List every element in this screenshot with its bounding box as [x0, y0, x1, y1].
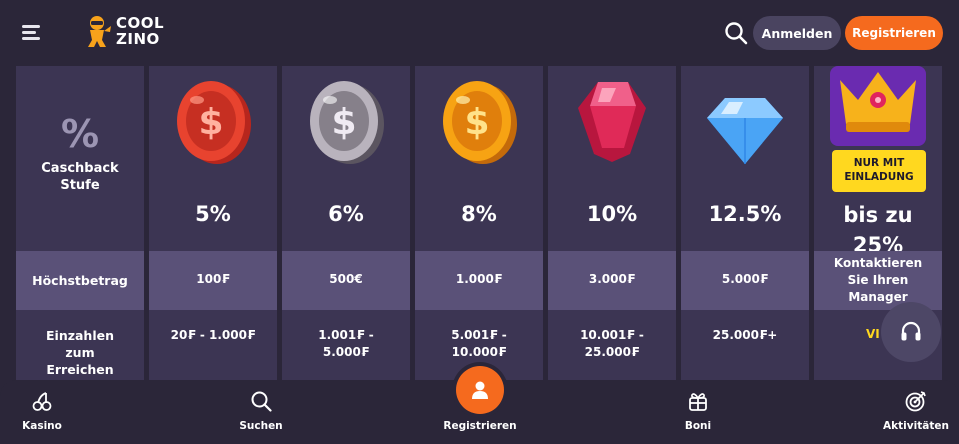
svg-text:$: $	[464, 102, 489, 143]
logo-line-2: ZINO	[116, 30, 160, 48]
target-icon	[905, 390, 927, 412]
register-fab[interactable]	[456, 366, 504, 414]
svg-text:$: $	[331, 102, 356, 143]
max-cell: 1.000₣	[415, 251, 543, 310]
deposit-range: 1.001₣ - 5.000₣	[318, 328, 374, 359]
level-header-cell: 12.5%	[681, 66, 809, 251]
logo-text: COOL ZINO	[116, 15, 164, 47]
nav-label: Aktivitäten	[883, 420, 949, 432]
nav-label: Suchen	[239, 420, 283, 432]
deposit-range: 20₣ - 1.000₣	[170, 328, 256, 342]
max-cell: 3.000₣	[548, 251, 676, 310]
cashback-rate: 5%	[195, 202, 231, 226]
cashback-rate: 10%	[586, 202, 638, 226]
level-column-1: $ 5% 100₣ 20₣ - 1.000₣	[149, 66, 277, 380]
deposit-range: 25.000₣+	[712, 328, 778, 342]
deposit-cell: 10.001₣ - 25.000₣	[548, 310, 676, 380]
nav-suchen[interactable]: Suchen	[216, 380, 306, 444]
silver-coin-icon: $	[304, 76, 388, 168]
deposit-label-cell: Einzahlen zum Erreichen	[16, 310, 144, 380]
max-cell: 500€	[282, 251, 410, 310]
logo-line-1: COOL	[116, 14, 165, 32]
header: COOL ZINO Anmelden Registrieren	[0, 0, 959, 66]
level-header-cell: $ 5%	[149, 66, 277, 251]
svg-text:$: $	[198, 102, 223, 143]
label-column: % Caschback Stufe Höchstbetrag Einzahlen…	[16, 66, 144, 380]
gold-coin-icon: $	[437, 76, 521, 168]
logo-mascot-icon	[86, 14, 112, 48]
user-icon	[472, 381, 488, 399]
cashback-table: % Caschback Stufe Höchstbetrag Einzahlen…	[0, 66, 959, 380]
cashback-rate: 12.5%	[708, 202, 782, 226]
vip-header-cell: NUR MIT EINLADUNG bis zu 25%	[814, 66, 942, 257]
vip-max-text: Kontaktieren Sie Ihren Manager	[833, 256, 923, 304]
crown-icon	[830, 66, 926, 146]
nav-label: Boni	[684, 420, 712, 432]
deposit-cell: 25.000₣+	[681, 310, 809, 380]
deposit-range: 10.001₣ - 25.000₣	[580, 328, 644, 359]
deposit-range: 5.001₣ - 10.000₣	[451, 328, 507, 359]
max-cell: 100₣	[149, 251, 277, 310]
logo[interactable]: COOL ZINO	[86, 14, 164, 48]
nav-label: Kasino	[22, 420, 62, 432]
level-header-cell: $ 6%	[282, 66, 410, 251]
max-amount: 1.000₣	[455, 272, 503, 286]
stage-label: Caschback Stufe	[41, 161, 119, 193]
nav-kasino[interactable]: Kasino	[0, 380, 87, 444]
label-header-cell: % Caschback Stufe	[16, 66, 144, 251]
cherries-icon	[31, 390, 53, 412]
nav-aktivitaeten[interactable]: Aktivitäten	[871, 380, 959, 444]
max-label: Höchstbetrag	[32, 273, 128, 288]
search-icon	[250, 390, 272, 412]
deposit-label: Einzahlen zum Erreichen	[46, 328, 114, 377]
vip-link[interactable]: VI	[866, 327, 880, 341]
login-button[interactable]: Anmelden	[753, 16, 841, 50]
support-button[interactable]	[881, 302, 941, 362]
invite-only-badge: NUR MIT EINLADUNG	[832, 150, 926, 192]
cashback-rate: 8%	[461, 202, 497, 226]
max-amount: 500€	[329, 272, 363, 286]
level-header-cell: 10%	[548, 66, 676, 251]
deposit-cell: 20₣ - 1.000₣	[149, 310, 277, 380]
nav-boni[interactable]: Boni	[653, 380, 743, 444]
nav-label: Registrieren	[443, 420, 517, 432]
level-column-5: 12.5% 5.000₣ 25.000₣+	[681, 66, 809, 380]
max-cell: 5.000₣	[681, 251, 809, 310]
level-header-cell: $ 8%	[415, 66, 543, 251]
max-amount: 3.000₣	[588, 272, 636, 286]
cashback-rate: 6%	[328, 202, 364, 226]
red-coin-icon: $	[171, 76, 255, 168]
hamburger-menu-icon[interactable]	[22, 22, 44, 42]
diamond-icon	[703, 76, 787, 168]
max-label-cell: Höchstbetrag	[16, 251, 144, 310]
level-column-4: 10% 3.000₣ 10.001₣ - 25.000₣	[548, 66, 676, 380]
register-button[interactable]: Registrieren	[845, 16, 943, 50]
max-amount: 5.000₣	[721, 272, 769, 286]
level-column-3: $ 8% 1.000₣ 5.001₣ - 10.000₣	[415, 66, 543, 380]
percent-icon: %	[60, 112, 100, 156]
vip-max-cell: Kontaktieren Sie Ihren Manager	[814, 251, 942, 310]
headset-icon	[901, 321, 921, 341]
max-amount: 100₣	[196, 272, 230, 286]
search-icon[interactable]	[724, 21, 748, 45]
deposit-cell: 1.001₣ - 5.000₣	[282, 310, 410, 380]
level-column-2: $ 6% 500€ 1.001₣ - 5.000₣	[282, 66, 410, 380]
ruby-gem-icon	[570, 76, 654, 168]
gift-icon	[687, 390, 709, 412]
